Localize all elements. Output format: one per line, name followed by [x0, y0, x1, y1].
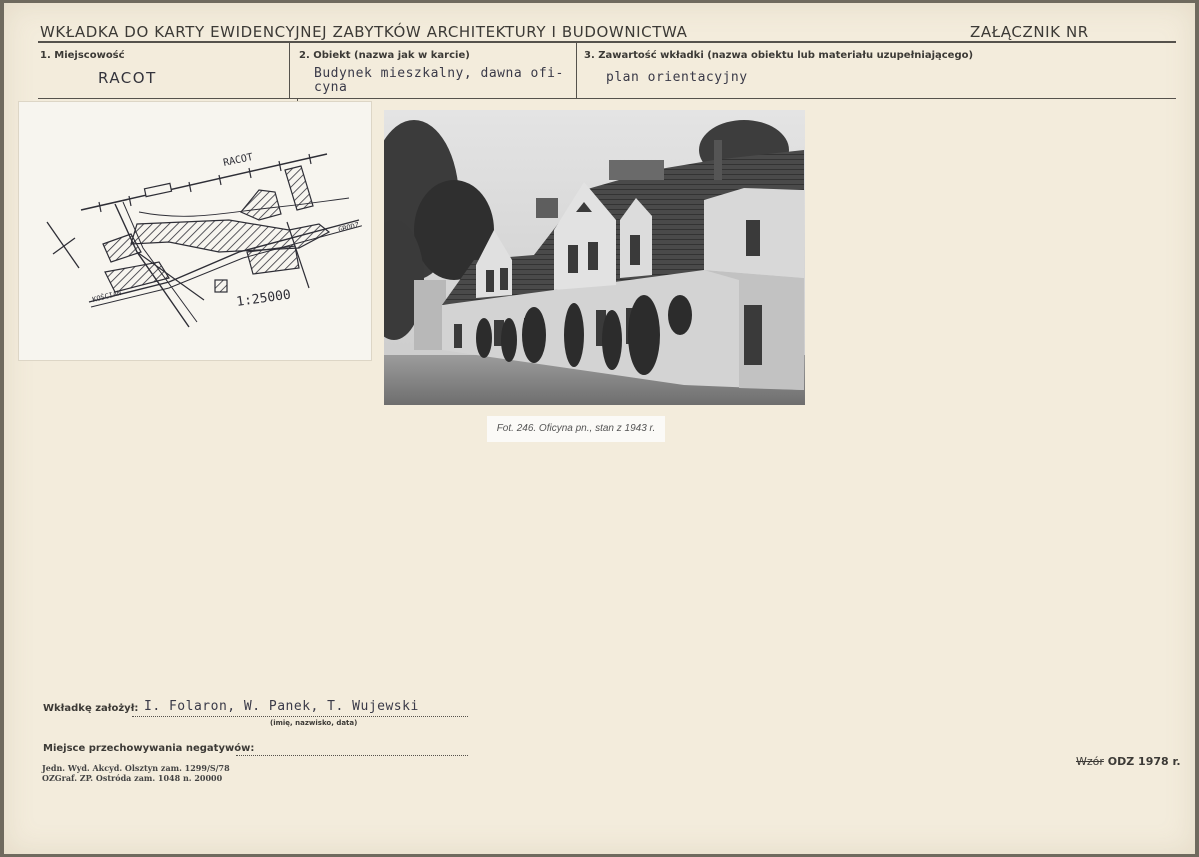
- card-title: WKŁADKA DO KARTY EWIDENCYJNEJ ZABYTKÓW A…: [40, 23, 688, 41]
- map-label-road-left: KOŚCIAN: [91, 288, 122, 304]
- built-area-small: [214, 279, 228, 293]
- header-rule-bottom: [38, 98, 1176, 99]
- annex-label: ZAŁĄCZNIK NR: [970, 23, 1089, 41]
- object-value-line2: cyna: [314, 80, 348, 95]
- map-label-road-right: GRODZ.: [338, 220, 364, 234]
- object-value-line1: Budynek mieszkalny, dawna ofi-: [314, 66, 564, 81]
- orientation-arrow-icon: [46, 221, 80, 269]
- place-value: RACOT: [98, 69, 157, 87]
- negatives-line: [236, 755, 468, 756]
- place-label: 1. Miejscowość: [40, 50, 125, 61]
- created-by-hint: (imię, nazwisko, data): [270, 719, 358, 727]
- building-photo: [384, 110, 805, 405]
- created-by-label: Wkładkę założył:: [43, 703, 139, 714]
- template-mark: Wzór ODZ 1978 r.: [1076, 755, 1181, 768]
- photo-drawing: [384, 110, 805, 405]
- register-card: WKŁADKA DO KARTY EWIDENCYJNEJ ZABYTKÓW A…: [4, 3, 1195, 854]
- field-divider-1: [289, 43, 290, 98]
- print-info-line2: OZGraf. ZP. Ostróda zam. 1048 n. 20000: [42, 773, 223, 783]
- station-mark: [143, 182, 173, 198]
- map-drawing: RACOT GRODZ. KOŚCIAN 1:25000: [46, 152, 364, 328]
- template-strike: Wzór: [1076, 755, 1104, 768]
- field-divider-2: [576, 43, 577, 98]
- orientation-cross-icon: [52, 237, 76, 255]
- print-info-line1: Jedn. Wyd. Akcyd. Olsztyn zam. 1299/S/78: [42, 763, 230, 773]
- object-label: 2. Obiekt (nazwa jak w karcie): [299, 50, 470, 61]
- road-north-south-edge: [122, 201, 198, 323]
- negatives-label: Miejsce przechowywania negatywów:: [43, 743, 255, 754]
- photo-caption: Fot. 246. Oficyna pn., stan z 1943 r.: [487, 416, 665, 442]
- created-by-value: I. Folaron, W. Panek, T. Wujewski: [144, 699, 419, 714]
- built-area-north: [240, 189, 282, 221]
- header-rule-top: [38, 41, 1176, 43]
- orientation-map: RACOT GRODZ. KOŚCIAN 1:25000: [18, 101, 372, 361]
- map-scale: 1:25000: [235, 287, 291, 309]
- content-value: plan orientacyjny: [606, 70, 748, 85]
- built-area-southwest: [104, 261, 170, 293]
- content-label: 3. Zawartość wkładki (nazwa obiektu lub …: [584, 50, 974, 61]
- created-by-line: [132, 716, 468, 717]
- template-text: ODZ 1978 r.: [1107, 755, 1181, 768]
- map-label-town: RACOT: [222, 152, 254, 169]
